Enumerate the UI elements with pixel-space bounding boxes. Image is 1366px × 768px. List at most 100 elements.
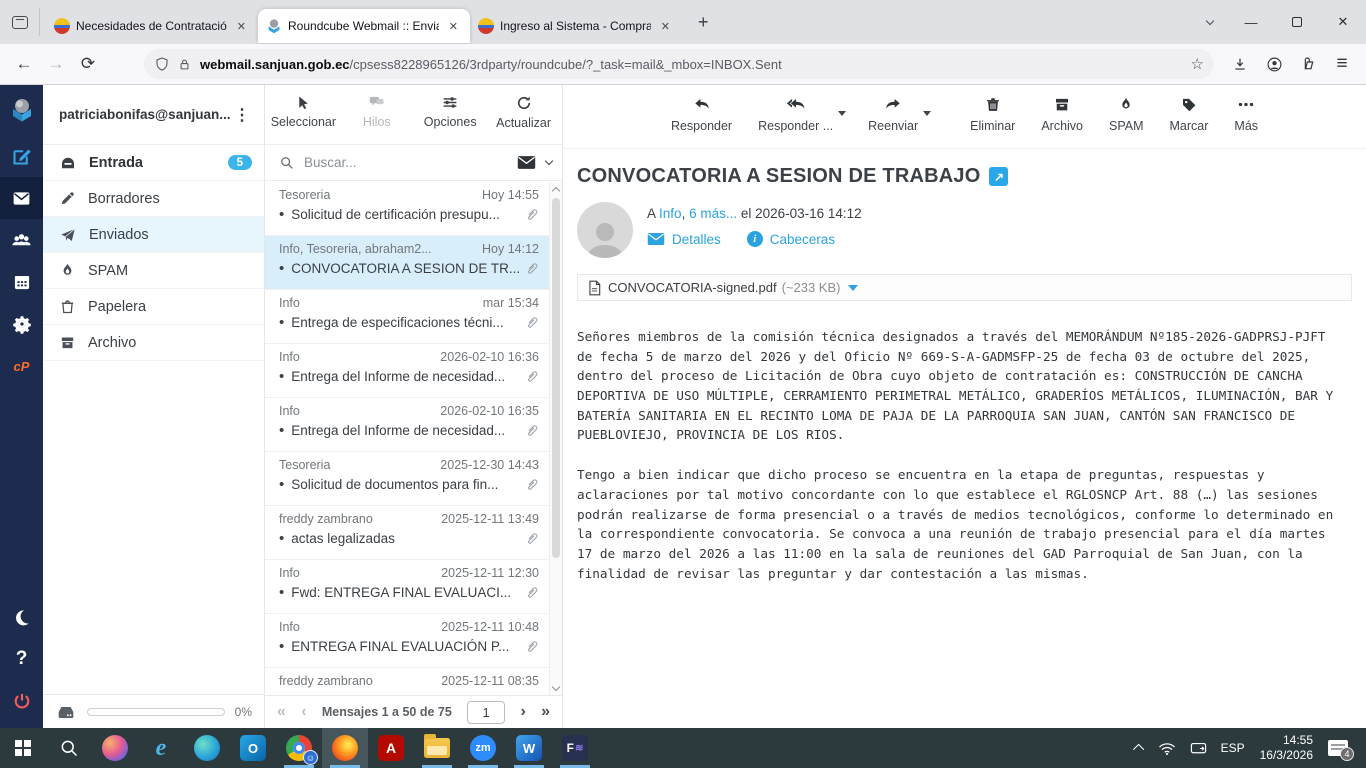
notification-center-button[interactable]: 4 <box>1321 728 1360 768</box>
start-button[interactable] <box>0 728 46 768</box>
message-row[interactable]: Info2025-12-11 12:30 •Fwd: ENTREGA FINAL… <box>265 560 549 614</box>
wifi-icon[interactable] <box>1151 728 1183 768</box>
sidebar-extension-icon[interactable] <box>1292 49 1324 79</box>
forward-button[interactable]: Reenviar <box>868 95 918 133</box>
threads-button[interactable]: Hilos <box>342 94 412 129</box>
settings-nav-button[interactable] <box>0 303 43 345</box>
acrobat-button[interactable]: A <box>368 728 414 768</box>
message-row[interactable]: freddy zambrano2025-12-11 08:35 <box>265 668 549 695</box>
open-in-new-window-icon[interactable]: ↗ <box>989 167 1008 186</box>
close-button[interactable]: ✕ <box>1320 0 1366 44</box>
folder-papelera[interactable]: Papelera <box>43 289 264 325</box>
help-button[interactable]: ? <box>0 638 43 680</box>
options-button[interactable]: Opciones <box>415 94 485 129</box>
last-page-button[interactable]: » <box>541 703 550 721</box>
next-page-button[interactable]: › <box>520 703 525 721</box>
refresh-button[interactable]: ⟳ <box>72 49 104 79</box>
message-row[interactable]: Tesoreria2025-12-30 14:43 •Solicitud de … <box>265 452 549 506</box>
page-input[interactable]: 1 <box>467 701 505 724</box>
logout-power-button[interactable] <box>0 680 43 722</box>
tab-close-icon[interactable]: ✕ <box>445 18 462 35</box>
message-row[interactable]: Infomar 15:34 •Entrega de especificacion… <box>265 290 549 344</box>
bookmark-star-icon[interactable]: ☆ <box>1191 55 1204 73</box>
minimize-button[interactable]: — <box>1228 0 1274 44</box>
cpanel-logo[interactable]: cP <box>0 345 43 387</box>
tab-necesidades[interactable]: Necesidades de Contratación y ✕ <box>46 9 258 43</box>
shield-icon[interactable] <box>154 56 170 72</box>
tab-compras[interactable]: Ingreso al Sistema - Compras Pu ✕ <box>470 9 682 43</box>
prev-page-button[interactable]: ‹ <box>301 703 306 721</box>
scroll-thumb[interactable] <box>552 198 560 558</box>
edge-button[interactable] <box>184 728 230 768</box>
search-scope-envelope-icon[interactable] <box>517 155 536 170</box>
scroll-down-arrow[interactable] <box>550 681 562 695</box>
message-row[interactable]: Info2026-02-10 16:35 •Entrega del Inform… <box>265 398 549 452</box>
list-scrollbar[interactable] <box>549 182 562 695</box>
language-indicator[interactable]: ESP <box>1214 728 1252 768</box>
taskbar-search-button[interactable] <box>46 728 92 768</box>
refresh-button-list[interactable]: Actualizar <box>489 94 559 130</box>
forward-caret-icon[interactable] <box>923 111 931 116</box>
first-page-button[interactable]: « <box>277 703 286 721</box>
message-row[interactable]: Info2025-12-11 10:48 •ENTREGA FINAL EVAL… <box>265 614 549 668</box>
select-button[interactable]: Seleccionar <box>268 94 338 129</box>
tab-close-icon[interactable]: ✕ <box>657 18 674 35</box>
chrome-button[interactable]: ☺ <box>276 728 322 768</box>
calendar-nav-button[interactable] <box>0 261 43 303</box>
folder-borradores[interactable]: Borradores <box>43 181 264 217</box>
url-text[interactable]: webmail.sanjuan.gob.ec/cpsess8228965126/… <box>200 57 1185 72</box>
url-bar[interactable]: webmail.sanjuan.gob.ec/cpsess8228965126/… <box>144 49 1214 79</box>
to-recipient-link[interactable]: Info <box>659 206 682 221</box>
reply-button[interactable]: Responder <box>671 95 732 133</box>
display-connect-icon[interactable] <box>1183 728 1214 768</box>
forward-button[interactable]: → <box>40 49 72 79</box>
firefox-button[interactable] <box>322 728 368 768</box>
menu-icon[interactable]: ≡ <box>1326 49 1358 79</box>
delete-button[interactable]: Eliminar <box>970 95 1015 133</box>
details-toggle[interactable]: Detalles <box>647 232 721 247</box>
tray-clock[interactable]: 14:55 16/3/2026 <box>1252 733 1321 763</box>
mail-nav-button[interactable] <box>0 177 43 219</box>
attachment-menu-caret-icon[interactable] <box>848 285 858 291</box>
copilot-button[interactable] <box>92 728 138 768</box>
reply-all-button[interactable]: Responder ... <box>758 95 833 133</box>
back-button[interactable]: ← <box>8 49 40 79</box>
folder-enviados[interactable]: Enviados <box>43 217 264 253</box>
new-tab-button[interactable]: + <box>692 12 715 33</box>
zoom-button[interactable]: zm <box>460 728 506 768</box>
word-button[interactable]: W <box>506 728 552 768</box>
fes-app-button[interactable]: F≋ <box>552 728 598 768</box>
maximize-button[interactable] <box>1274 0 1320 44</box>
more-button[interactable]: Más <box>1234 95 1258 133</box>
search-input[interactable] <box>304 155 517 170</box>
archive-button[interactable]: Archivo <box>1041 95 1083 133</box>
spam-button[interactable]: SPAM <box>1109 95 1144 133</box>
headers-toggle[interactable]: i Cabeceras <box>747 231 835 247</box>
folder-entrada[interactable]: Entrada 5 <box>43 145 264 181</box>
message-row[interactable]: Info2026-02-10 16:36 •Entrega del Inform… <box>265 344 549 398</box>
search-options-chevron-icon[interactable] <box>545 157 553 165</box>
firefox-view-button[interactable] <box>10 8 40 36</box>
dark-mode-moon-icon[interactable] <box>0 596 43 638</box>
tray-chevron-up-icon[interactable] <box>1129 728 1151 768</box>
attachment-name[interactable]: CONVOCATORIA-signed.pdf <box>608 280 777 295</box>
internet-explorer-button[interactable]: e <box>138 728 184 768</box>
message-row[interactable]: TesoreriaHoy 14:55 •Solicitud de certifi… <box>265 182 549 236</box>
attachment-bar[interactable]: CONVOCATORIA-signed.pdf (~233 KB) <box>577 274 1352 301</box>
folder-spam[interactable]: SPAM <box>43 253 264 289</box>
account-icon[interactable] <box>1258 49 1290 79</box>
mark-button[interactable]: Marcar <box>1170 95 1209 133</box>
contacts-nav-button[interactable] <box>0 219 43 261</box>
folder-archivo[interactable]: Archivo <box>43 325 264 361</box>
tab-roundcube[interactable]: Roundcube Webmail :: Enviados ✕ <box>258 9 470 43</box>
file-explorer-button[interactable] <box>414 728 460 768</box>
message-row[interactable]: freddy zambrano2025-12-11 13:49 •actas l… <box>265 506 549 560</box>
tab-close-icon[interactable]: ✕ <box>233 18 250 35</box>
reply-all-caret-icon[interactable] <box>838 111 846 116</box>
downloads-icon[interactable] <box>1224 49 1256 79</box>
lock-icon[interactable] <box>177 57 192 72</box>
message-row-selected[interactable]: Info, Tesoreria, abraham2...Hoy 14:12 •C… <box>265 236 549 290</box>
account-kebab-icon[interactable]: ⋮ <box>230 105 254 125</box>
scroll-up-arrow[interactable] <box>550 182 562 196</box>
outlook-button[interactable]: O <box>230 728 276 768</box>
